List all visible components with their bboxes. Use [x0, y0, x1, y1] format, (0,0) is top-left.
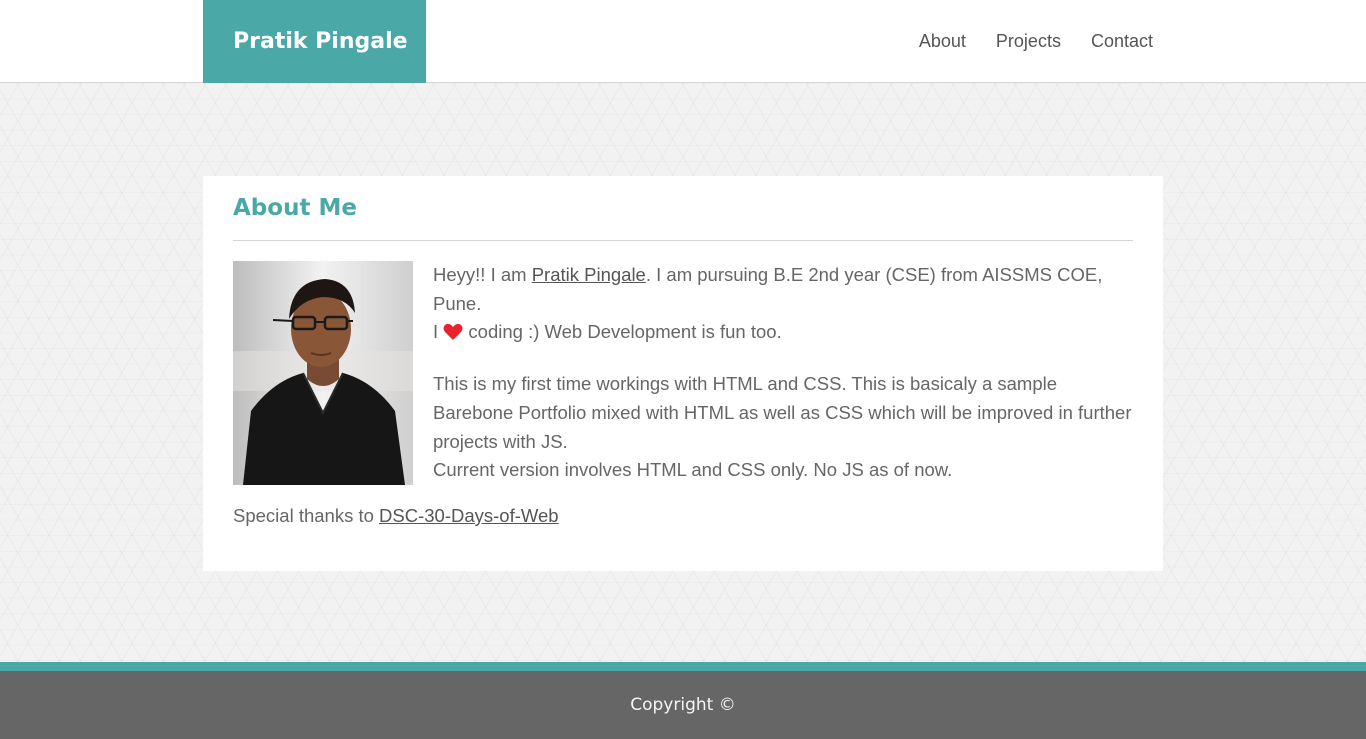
- special-thanks: Special thanks to DSC-30-Days-of-Web: [233, 502, 559, 530]
- bio-intro-text: Heyy!! I am: [433, 264, 532, 285]
- thanks-text: Special thanks to: [233, 505, 380, 526]
- main-nav: About Projects Contact: [919, 0, 1153, 83]
- name-link[interactable]: Pratik Pingale: [532, 264, 646, 285]
- bio-version-text: Current version involves HTML and CSS on…: [433, 459, 953, 481]
- site-header: Pratik Pingale About Projects Contact: [0, 0, 1366, 83]
- bio-paragraph-1: Heyy!! I am Pratik Pingale. I am pursuin…: [433, 261, 1133, 350]
- bio-paragraph-2: This is my first time workings with HTML…: [433, 370, 1133, 485]
- title-divider: [233, 240, 1133, 241]
- brand-logo-link[interactable]: Pratik Pingale: [203, 0, 426, 83]
- nav-link-about[interactable]: About: [919, 31, 966, 52]
- about-bio: Heyy!! I am Pratik Pingale. I am pursuin…: [433, 261, 1133, 485]
- bio-love-prefix: I: [433, 321, 444, 343]
- site-footer: Copyright ©: [0, 662, 1366, 739]
- profile-photo: [233, 261, 413, 485]
- about-card: About Me Heyy!! I am Pratik Pingale. I a…: [203, 176, 1163, 571]
- copyright-text: Copyright ©: [630, 695, 736, 715]
- bio-project-text: This is my first time workings with HTML…: [433, 373, 1132, 452]
- heart-icon: [443, 321, 463, 350]
- bio-love-suffix: coding :) Web Development is fun too.: [463, 321, 782, 343]
- nav-link-contact[interactable]: Contact: [1091, 31, 1153, 52]
- about-title: About Me: [233, 195, 357, 221]
- dsc-link[interactable]: DSC-30-Days-of-Web: [379, 505, 559, 526]
- nav-link-projects[interactable]: Projects: [996, 31, 1061, 52]
- profile-photo-image: [233, 261, 413, 485]
